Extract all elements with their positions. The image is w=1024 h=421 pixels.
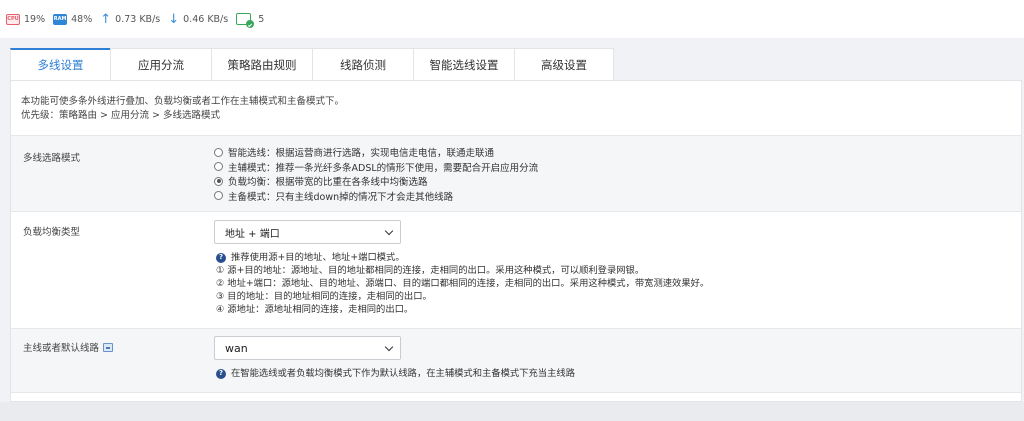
chevron-down-icon	[384, 226, 394, 236]
default-line-help: ? 在智能选线或者负载均衡模式下作为默认线路，在主辅模式和主备模式下充当主线路	[216, 367, 575, 380]
upload-rate: 0.73 KB/s	[115, 13, 161, 25]
radio-primary-backup[interactable]	[214, 191, 223, 201]
ram-icon: RAM	[53, 13, 68, 25]
help-text: ③ 目的地址：目的地址相同的连接，走相同的出口。	[216, 291, 432, 302]
balance-type-select[interactable]: 地址 + 端口	[214, 220, 401, 244]
default-line-label-text: 主线或者默认线路	[23, 343, 100, 354]
mode-radio-group: 智能选线：根据运营商进行选路，实现电信走电信，联通走联通 主辅模式：推荐一条光纤…	[214, 145, 538, 203]
cpu-badge-label: CPU	[6, 13, 20, 25]
balance-type-label: 负载均衡类型	[23, 227, 81, 238]
connection-check-icon	[236, 13, 255, 28]
tab-app-split[interactable]: 应用分流	[110, 48, 211, 81]
mode-option-label: 主备模式：只有主线down掉的情况下才会走其他线路	[228, 191, 454, 203]
settings-tabs: 多线设置 应用分流 策略路由规则 线路侦测 智能选线设置 高级设置	[10, 48, 614, 81]
question-icon: ?	[216, 252, 226, 263]
radio-smart[interactable]	[214, 147, 223, 157]
description-line: 本功能可使多条外线进行叠加、负载均衡或者工作在主辅模式和主备模式下。	[21, 96, 345, 107]
balance-help: ? 推荐使用源+目的地址、地址+端口模式。 ① 源+目的地址：源地址、目的地址都相…	[216, 251, 709, 316]
ram-usage: 48%	[71, 13, 93, 25]
upload-stat: ↑ 0.73 KB/s	[100, 13, 160, 26]
mode-section: 多线选路模式 智能选线：根据运营商进行选路，实现电信走电信，联通走联通 主辅模式…	[11, 135, 1021, 211]
tab-multiline-settings[interactable]: 多线设置	[10, 48, 110, 81]
ram-stat: RAM 48%	[53, 13, 93, 25]
default-line-value: wan	[225, 341, 248, 355]
question-icon: ?	[216, 368, 226, 379]
radio-load-balance[interactable]	[214, 176, 223, 186]
ram-badge-label: RAM	[53, 13, 68, 25]
cpu-usage: 19%	[24, 13, 46, 25]
help-text: 推荐使用源+目的地址、地址+端口模式。	[231, 252, 405, 263]
default-line-label: 主线或者默认线路	[23, 340, 114, 354]
radio-primary-aux[interactable]	[214, 162, 223, 172]
upload-arrow-icon: ↑	[100, 11, 112, 27]
mode-option-label: 智能选线：根据运营商进行选路，实现电信走电信，联通走联通	[228, 148, 495, 160]
connections-stat: 5	[236, 13, 265, 28]
mode-option-smart[interactable]: 智能选线：根据运营商进行选路，实现电信走电信，联通走联通	[214, 145, 538, 160]
chevron-down-icon	[384, 342, 394, 352]
help-text: ④ 源地址：源地址相同的连接，走相同的出口。	[216, 304, 414, 315]
tab-smart-selection[interactable]: 智能选线设置	[413, 48, 514, 81]
priority-line: 优先级：策略路由 > 应用分流 > 多线选路模式	[21, 110, 220, 121]
default-line-select[interactable]: wan	[214, 336, 401, 360]
mode-option-label: 主辅模式：推荐一条光纤多条ADSL的情形下使用，需要配合开启应用分流	[228, 162, 539, 174]
tab-policy-routing[interactable]: 策略路由规则	[211, 48, 312, 81]
balance-section: 负载均衡类型 地址 + 端口 ? 推荐使用源+目的地址、地址+端口模式。 ① 源+…	[11, 211, 1021, 328]
settings-panel: 本功能可使多条外线进行叠加、负载均衡或者工作在主辅模式和主备模式下。 优先级：策…	[10, 80, 1022, 402]
page-footer-area	[0, 402, 1024, 421]
help-text: ① 源+目的地址：源地址、目的地址都相同的连接，走相同的出口。采用这种模式，可以…	[216, 265, 645, 276]
download-stat: ↓ 0.46 KB/s	[168, 13, 228, 26]
help-text: ② 地址+端口：源地址、目的地址、源端口、目的端口都相同的连接，走相同的出口。采…	[216, 278, 710, 289]
tab-line-detection[interactable]: 线路侦测	[312, 48, 413, 81]
info-icon[interactable]	[103, 342, 114, 352]
tab-advanced[interactable]: 高级设置	[514, 48, 614, 81]
cpu-icon: CPU	[6, 13, 20, 25]
mode-option-primary-aux[interactable]: 主辅模式：推荐一条光纤多条ADSL的情形下使用，需要配合开启应用分流	[214, 160, 538, 175]
download-arrow-icon: ↓	[168, 11, 180, 27]
mode-label: 多线选路模式	[23, 153, 81, 164]
connection-count: 5	[258, 13, 265, 25]
default-line-section: 主线或者默认线路 wan ? 在智能选线或者负载均衡模式下作为默认线路，在主辅模式…	[11, 328, 1021, 393]
mode-option-load-balance[interactable]: 负载均衡：根据带宽的比重在各条线中均衡选路	[214, 174, 538, 189]
status-bar: CPU 19% RAM 48% ↑ 0.73 KB/s ↓ 0.46 KB/s …	[0, 0, 1024, 38]
cpu-stat: CPU 19%	[6, 13, 46, 25]
mode-option-primary-backup[interactable]: 主备模式：只有主线down掉的情况下才会走其他线路	[214, 189, 538, 204]
mode-option-label: 负载均衡：根据带宽的比重在各条线中均衡选路	[228, 177, 428, 189]
balance-type-value: 地址 + 端口	[225, 228, 280, 240]
download-rate: 0.46 KB/s	[183, 13, 229, 25]
description: 本功能可使多条外线进行叠加、负载均衡或者工作在主辅模式和主备模式下。 优先级：策…	[11, 81, 1021, 123]
help-text: 在智能选线或者负载均衡模式下作为默认线路，在主辅模式和主备模式下充当主线路	[231, 368, 575, 379]
